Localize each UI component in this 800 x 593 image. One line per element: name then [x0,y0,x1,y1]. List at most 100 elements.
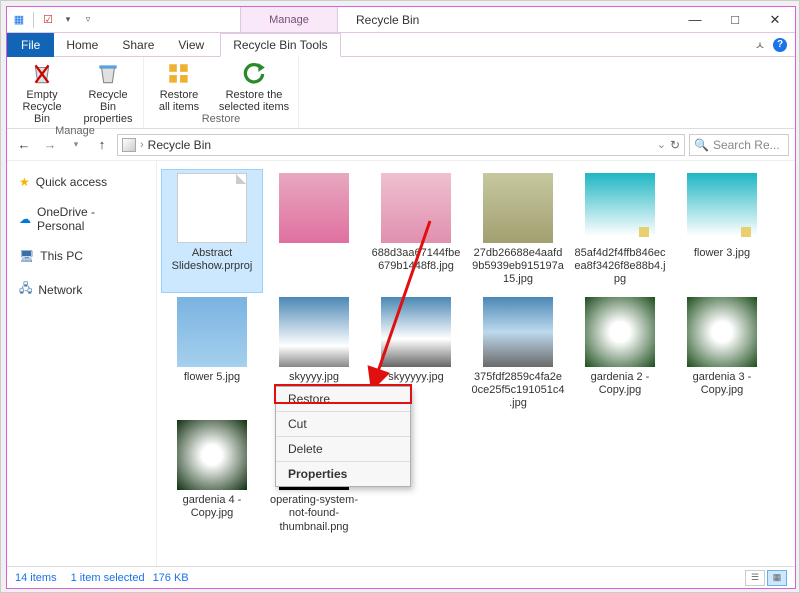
file-item[interactable]: gardenia 4 - Copy.jpg [161,416,263,540]
empty-recycle-bin-button[interactable]: Empty Recycle Bin [13,59,71,125]
navigation-bar: ← → ▾ ↑ › Recycle Bin ⌄ ↻ 🔍 Search Re... [7,129,795,161]
file-item[interactable]: gardenia 2 - Copy.jpg [569,293,671,417]
view-thumbnails-button[interactable]: ▦ [767,570,787,586]
up-button[interactable]: ↑ [91,134,113,156]
sidebar-item-this-pc[interactable]: 🖥 This PC [13,245,150,267]
recycle-bin-properties-button[interactable]: Recycle Bin properties [79,59,137,125]
label: Restore the [226,89,283,101]
recycle-bin-empty-icon [29,61,55,87]
file-item[interactable]: 85af4d2f4ffb846ecea8f3426f8e88b4.jpg [569,169,671,293]
address-location[interactable]: Recycle Bin [148,138,211,152]
properties-icon[interactable]: ☑ [40,12,56,28]
file-item[interactable]: flower 3.jpg [671,169,773,293]
ribbon-group-label: Restore [150,113,292,126]
file-item[interactable]: Abstract Slideshow.prproj [161,169,263,293]
label: properties [84,113,133,125]
file-thumbnail [381,297,451,367]
file-item[interactable]: 688d3aa67144fbe679b1448f8.jpg [365,169,467,293]
file-name-label: 375fdf2859c4fa2e0ce25f5c191051c4.jpg [471,371,565,411]
forward-button[interactable]: → [39,134,61,156]
view-details-button[interactable]: ☰ [745,570,765,586]
file-item[interactable]: flower 5.jpg [161,293,263,417]
context-menu-restore[interactable]: Restore [276,387,410,411]
file-item[interactable]: 375fdf2859c4fa2e0ce25f5c191051c4.jpg [467,293,569,417]
file-name-label: flower 5.jpg [184,371,240,384]
search-icon: 🔍 [694,138,709,152]
status-selected-count: 1 item selected [71,572,145,584]
file-thumbnail [177,297,247,367]
label: Recycle Bin [13,101,71,125]
title-bar: ▦ ☑ ▾ ▿ Manage Recycle Bin — □ ✕ [7,7,795,33]
file-name-label: 688d3aa67144fbe679b1448f8.jpg [369,247,463,273]
recycle-bin-icon [95,61,121,87]
file-item[interactable]: 27db26688e4aafd9b5939eb915197a15.jpg [467,169,569,293]
refresh-icon[interactable]: ↻ [670,138,680,152]
minimize-ribbon-icon[interactable]: ㅅ [755,37,765,53]
label: all items [159,101,199,113]
file-thumbnail [381,173,451,243]
sidebar-item-onedrive[interactable]: ☁OneDrive - Personal [13,201,150,237]
file-thumbnail [279,173,349,243]
back-button[interactable]: ← [13,134,35,156]
file-name-label: 85af4d2f4ffb846ecea8f3426f8e88b4.jpg [573,247,667,287]
file-name-label: Abstract Slideshow.prproj [165,247,259,273]
context-menu-cut[interactable]: Cut [276,411,410,436]
ribbon-group-manage: Empty Recycle Bin Recycle Bin properties… [7,57,144,128]
minimize-button[interactable]: — [675,7,715,32]
sidebar-item-quick-access[interactable]: ★ Quick access [13,171,150,193]
file-thumbnail [585,173,655,243]
tab-recycle-bin-tools[interactable]: Recycle Bin Tools [220,33,341,57]
ribbon: Empty Recycle Bin Recycle Bin properties… [7,57,795,129]
file-thumbnail [279,297,349,367]
maximize-button[interactable]: □ [715,7,755,32]
file-item[interactable] [263,169,365,293]
label: OneDrive - Personal [37,205,144,233]
label: Empty [26,89,57,101]
star-icon: ★ [19,175,30,189]
file-name-label: gardenia 3 - Copy.jpg [675,371,769,397]
restore-all-items-button[interactable]: Restore all items [150,59,208,113]
file-thumbnail [177,420,247,490]
search-input[interactable]: 🔍 Search Re... [689,134,789,156]
label: Quick access [36,175,107,189]
chevron-right-icon[interactable]: › [140,139,144,151]
recent-locations-dropdown[interactable]: ▾ [65,134,87,156]
context-menu: Restore Cut Delete Properties [275,386,411,487]
files-pane[interactable]: Abstract Slideshow.prproj 688d3aa67144fbe… [157,161,795,566]
file-thumbnail [687,173,757,243]
file-thumbnail [483,173,553,243]
label: selected items [219,101,289,113]
context-menu-properties[interactable]: Properties [276,461,410,486]
contextual-tab-manage: Manage [240,7,338,32]
pc-icon: 🖥 [19,249,34,263]
file-name-label: gardenia 2 - Copy.jpg [573,371,667,397]
window-controls: — □ ✕ [675,7,795,32]
label: This PC [40,249,83,263]
restore-selected-icon [241,61,267,87]
file-name-label: flower 3.jpg [694,247,750,260]
tab-share[interactable]: Share [110,33,166,57]
tab-view[interactable]: View [166,33,216,57]
file-thumbnail [177,173,247,243]
restore-all-icon [166,61,192,87]
address-bar[interactable]: › Recycle Bin ⌄ ↻ [117,134,685,156]
context-menu-delete[interactable]: Delete [276,436,410,461]
label: Recycle Bin [79,89,137,113]
status-item-count: 14 items [15,572,57,584]
explorer-window: ▦ ☑ ▾ ▿ Manage Recycle Bin — □ ✕ File Ho… [6,6,796,589]
ribbon-group-restore: Restore all items Restore the selected i… [144,57,299,128]
qat-overflow-icon[interactable]: ▿ [80,12,96,28]
file-name-label: operating-system-not-found-thumbnail.png [267,494,361,534]
location-icon [122,138,136,152]
file-name-label: skyyyy.jpg [289,371,339,384]
help-icon[interactable]: ? [773,38,787,52]
sidebar-item-network[interactable]: 🖧Network [13,275,150,304]
restore-selected-items-button[interactable]: Restore the selected items [216,59,292,113]
ribbon-tabs: File Home Share View Recycle Bin Tools ㅅ… [7,33,795,57]
close-button[interactable]: ✕ [755,7,795,32]
tab-file[interactable]: File [7,33,54,57]
address-dropdown-icon[interactable]: ⌄ [657,138,666,151]
qat-dropdown-icon[interactable]: ▾ [60,12,76,28]
file-item[interactable]: gardenia 3 - Copy.jpg [671,293,773,417]
tab-home[interactable]: Home [54,33,110,57]
